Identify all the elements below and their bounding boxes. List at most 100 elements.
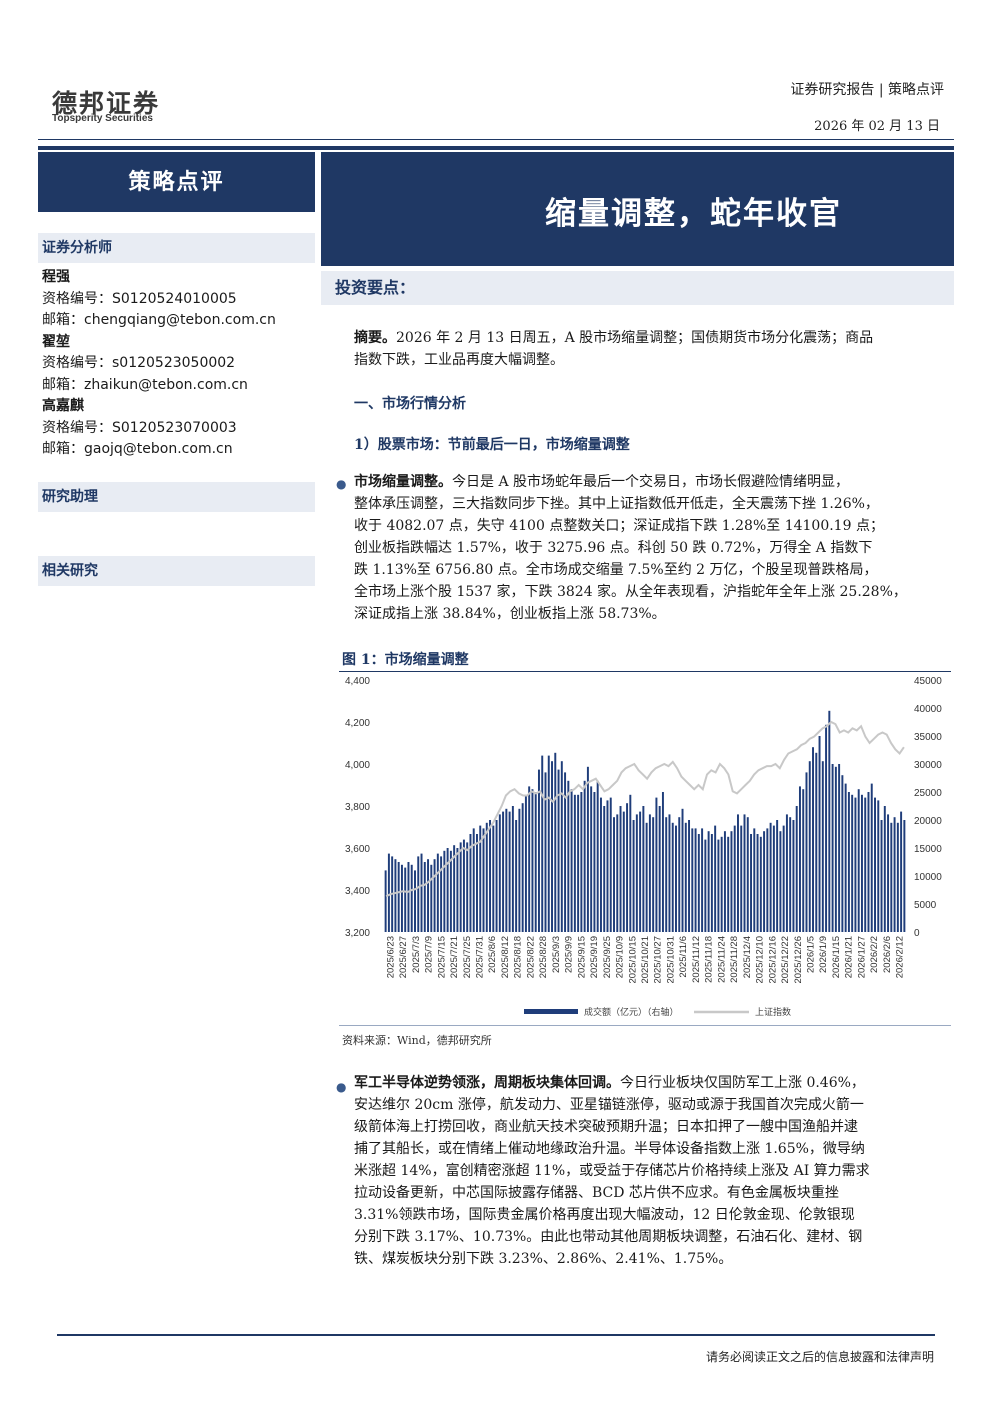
volume-bar: [730, 831, 733, 932]
footer-disclaimer: 请务必阅读正文之后的信息披露和法律声明: [705, 1350, 934, 1364]
analyst-list: 程强 资格编号：S0120524010005 邮箱：chengqiang@teb…: [42, 267, 276, 461]
analyst-name: 程强: [42, 269, 70, 285]
volume-bar: [818, 736, 821, 932]
volume-bar: [443, 850, 446, 932]
left-tick-label: 4,000: [345, 760, 370, 771]
analyst-3: 高嘉麒 资格编号：S0120523070003 邮箱：gaojq@tebon.c…: [42, 396, 276, 461]
volume-bar: [544, 772, 547, 932]
volume-bar: [531, 789, 534, 932]
volume-bar: [639, 811, 642, 932]
analyst-email[interactable]: 邮箱：gaojq@tebon.com.cn: [42, 441, 233, 457]
volume-bar: [668, 814, 671, 932]
analyst-email[interactable]: 邮箱：zhaikun@tebon.com.cn: [42, 377, 248, 393]
volume-bar: [521, 803, 524, 932]
volume-bar: [648, 814, 651, 932]
volume-bar: [792, 820, 795, 932]
volume-bar: [857, 789, 860, 932]
volume-bar: [798, 786, 801, 932]
volume-bar: [528, 786, 531, 932]
volume-bar: [714, 825, 717, 932]
volume-bar: [583, 780, 586, 932]
x-tick-label: 2025/11/28: [729, 936, 740, 983]
volume-bar: [609, 797, 612, 932]
volume-bar: [887, 814, 890, 932]
x-tick-label: 2025/12/22: [780, 936, 791, 984]
volume-bar: [828, 710, 831, 932]
header-rule-thick: [38, 146, 954, 150]
x-tick-label: 2026/1/27: [856, 936, 867, 978]
volume-bar: [710, 834, 713, 932]
volume-bar: [580, 792, 583, 932]
volume-bar: [635, 814, 638, 932]
volume-bar: [880, 820, 883, 932]
volume-bar: [753, 828, 756, 932]
volume-bar: [436, 853, 439, 932]
left-tick-label: 4,200: [345, 718, 370, 729]
volume-bar: [717, 839, 720, 932]
volume-bar: [606, 800, 609, 932]
x-tick-label: 2025/8/6: [487, 936, 498, 973]
analyst-name: 翟堃: [42, 333, 70, 350]
x-tick-label: 2025/9/15: [576, 936, 587, 978]
analysts-heading: 证券分析师: [38, 233, 315, 263]
volume-bar: [834, 766, 837, 932]
volume-bar: [489, 820, 492, 932]
x-tick-label: 2026/1/9: [818, 936, 829, 973]
volume-bar: [769, 822, 772, 932]
volume-bar: [684, 822, 687, 932]
x-tick-label: 2025/12/10: [755, 936, 766, 984]
volume-bar: [476, 834, 478, 932]
volume-bar: [551, 761, 553, 932]
left-axis: 3,200 3,400 3,600 3,800 4,000 4,200 4,400: [345, 676, 370, 939]
volume-bar: [896, 822, 899, 932]
x-tick-label: 2025/11/24: [716, 936, 727, 983]
volume-bar: [560, 761, 563, 932]
volume-bar: [570, 789, 573, 932]
volume-bar: [613, 817, 615, 932]
volume-bar: [547, 755, 550, 932]
x-tick-label: 2026/2/6: [882, 936, 893, 973]
volume-bar: [423, 862, 426, 932]
volume-bar: [573, 794, 576, 932]
volume-bar: [681, 808, 684, 932]
volume-bar: [854, 797, 857, 932]
x-tick-label: 2025/9/3: [551, 936, 562, 973]
right-axis: 0 5000 10000 15000 20000 25000 30000 35000 40000…: [914, 676, 942, 939]
right-tick-label: 15000: [914, 844, 942, 855]
volume-bar: [632, 820, 635, 932]
x-tick-label: 2025/12/16: [767, 936, 778, 984]
x-tick-label: 2025/7/3: [411, 936, 422, 973]
subsection-heading: 1）股票市场：节前最后一日，市场缩量调整: [354, 437, 630, 453]
page-title: 缩量调整，蛇年收官: [545, 196, 842, 232]
volume-bar: [864, 797, 867, 932]
volume-bar: [701, 828, 704, 932]
volume-bar: [427, 859, 430, 932]
volume-bar: [593, 792, 596, 932]
volume-bar: [459, 842, 462, 932]
paragraph-label: 军工半导体逆势领涨，周期板块集体回调。: [354, 1075, 620, 1091]
x-tick-label: 2025/9/19: [589, 936, 600, 978]
x-tick-label: 2025/9/9: [564, 936, 575, 973]
analyst-cert: 资格编号：s0120523050002: [42, 355, 236, 371]
x-tick-label: 2025/11/18: [704, 936, 715, 983]
right-tick-label: 45000: [914, 676, 942, 687]
volume-bar: [883, 806, 886, 932]
volume-bar: [707, 831, 710, 932]
analyst-email[interactable]: 邮箱：chengqiang@tebon.com.cn: [42, 312, 276, 328]
volume-bar: [622, 811, 625, 932]
x-tick-label: 2025/7/31: [475, 936, 486, 978]
left-tick-label: 3,800: [345, 802, 370, 813]
left-tick-label: 4,400: [345, 676, 370, 687]
volume-bar: [860, 794, 863, 932]
volume-bar: [795, 806, 798, 932]
figure-source: 资料来源：Wind，德邦研究所: [342, 1034, 492, 1047]
right-tick-label: 40000: [914, 704, 942, 715]
volume-bar: [407, 862, 410, 932]
volume-bar: [397, 862, 400, 932]
volume-bar: [567, 780, 570, 932]
volume-bar: [847, 792, 850, 932]
report-category-banner: 策略点评: [38, 152, 315, 212]
logo-english: Topsperity Securities: [52, 113, 153, 124]
x-tick-label: 2025/7/21: [449, 936, 460, 978]
volume-bar: [410, 864, 413, 932]
